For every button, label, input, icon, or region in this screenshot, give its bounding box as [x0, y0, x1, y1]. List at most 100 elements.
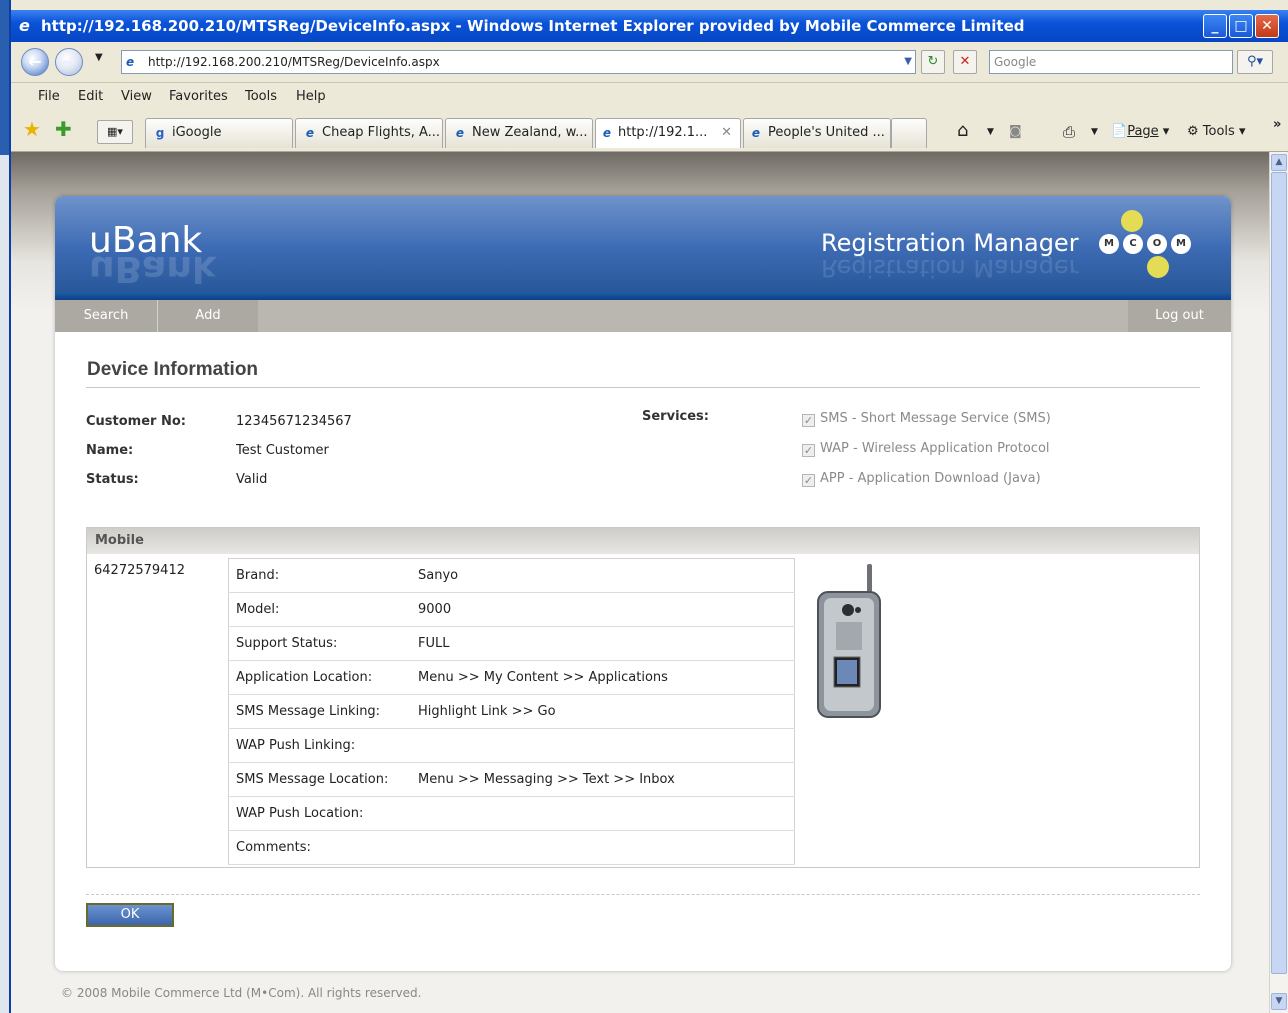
detail-value: 9000: [418, 592, 795, 627]
home-dropdown-icon[interactable]: ▼: [987, 118, 994, 146]
detail-label: WAP Push Linking:: [228, 728, 418, 763]
tab-igoogle[interactable]: g iGoogle: [145, 118, 293, 148]
page-viewport: uBank uBank Registration Manager Registr…: [11, 152, 1269, 1013]
page-menu-label: Page: [1127, 124, 1159, 139]
copyright-footer: © 2008 Mobile Commerce Ltd (M•Com). All …: [61, 986, 422, 1000]
table-row: Application Location: Menu >> My Content …: [228, 660, 795, 695]
tools-menu-label: Tools: [1202, 124, 1235, 139]
url-field[interactable]: e http://192.168.200.210/MTSReg/DeviceIn…: [121, 50, 916, 74]
chevron-more-icon[interactable]: »: [1273, 111, 1281, 139]
product-title-reflection: Registration Manager: [821, 254, 1079, 282]
favorites-star-icon[interactable]: ★: [23, 117, 41, 141]
tab-label: New Zealand, w...: [472, 125, 588, 140]
customer-no-label: Customer No:: [86, 414, 186, 429]
quick-tabs-icon[interactable]: ▦▾: [97, 120, 133, 144]
add-favorite-icon[interactable]: ✚: [55, 117, 72, 141]
nav-add[interactable]: Add: [158, 300, 258, 332]
print-dropdown-icon[interactable]: ▼: [1091, 118, 1098, 146]
status-value: Valid: [236, 472, 268, 487]
service-app: ✓ APP - Application Download (Java): [802, 471, 1041, 487]
minimize-button[interactable]: _: [1203, 14, 1227, 38]
detail-value: [418, 830, 795, 865]
page-menu[interactable]: 📄Page ▾: [1111, 118, 1169, 146]
title-divider: [86, 387, 1200, 388]
service-label: WAP - Wireless Application Protocol: [820, 441, 1050, 456]
url-dropdown-icon[interactable]: ▼: [904, 51, 912, 73]
page-icon: e: [126, 55, 135, 69]
detail-label: Comments:: [228, 830, 418, 865]
detail-label: WAP Push Location:: [228, 796, 418, 831]
detail-label: Model:: [228, 592, 418, 627]
menu-favorites[interactable]: Favorites: [169, 83, 228, 111]
nav-search[interactable]: Search: [55, 300, 158, 332]
detail-label: SMS Message Linking:: [228, 694, 418, 729]
nav-logout[interactable]: Log out: [1128, 300, 1231, 332]
menu-tools[interactable]: Tools: [245, 83, 277, 111]
tools-menu[interactable]: ⚙ Tools ▾: [1187, 118, 1246, 146]
history-dropdown-icon[interactable]: ▼: [95, 52, 103, 63]
close-tab-icon[interactable]: ✕: [721, 119, 732, 147]
close-button[interactable]: ✕: [1255, 14, 1279, 38]
scroll-thumb[interactable]: [1271, 172, 1287, 974]
tab-label: iGoogle: [172, 125, 222, 140]
app-logo-reflection: uBank: [89, 248, 216, 289]
window-title: http://192.168.200.210/MTSReg/DeviceInfo…: [41, 17, 1025, 35]
scroll-down-icon[interactable]: ▼: [1271, 993, 1287, 1010]
new-tab-button[interactable]: [891, 118, 927, 148]
service-checkbox[interactable]: ✓: [802, 474, 815, 487]
app-nav: Search Add Log out: [55, 300, 1231, 332]
gear-icon: ⚙: [1187, 124, 1199, 139]
brand-letter: C: [1123, 234, 1143, 254]
table-row: Comments:: [228, 830, 795, 865]
feeds-icon[interactable]: ◙: [1009, 118, 1022, 146]
service-checkbox[interactable]: ✓: [802, 414, 815, 427]
menu-help[interactable]: Help: [296, 83, 326, 111]
service-sms: ✓ SMS - Short Message Service (SMS): [802, 411, 1051, 427]
ie-page-icon: e: [455, 126, 465, 140]
ok-button[interactable]: OK: [86, 903, 174, 927]
home-icon[interactable]: ⌂: [957, 118, 968, 144]
device-details-table: Brand: Sanyo Model: 9000 Support Status: FU…: [228, 558, 795, 865]
menu-bar: File Edit View Favorites Tools Help: [11, 83, 1288, 111]
table-row: Brand: Sanyo: [228, 558, 795, 593]
ie-logo-icon: e: [19, 16, 30, 35]
service-checkbox[interactable]: ✓: [802, 444, 815, 457]
phone-image: [817, 564, 881, 718]
print-icon[interactable]: ⎙: [1063, 118, 1075, 146]
stop-icon[interactable]: ✕: [953, 50, 977, 74]
mobile-number: 64272579412: [94, 563, 185, 578]
table-row: Model: 9000: [228, 592, 795, 627]
service-label: SMS - Short Message Service (SMS): [820, 411, 1051, 426]
tab-active-device-info[interactable]: e http://192.1... ✕: [595, 118, 741, 148]
detail-value: FULL: [418, 626, 795, 661]
tab-peoples-united[interactable]: e People's United ...: [743, 118, 891, 148]
search-icon[interactable]: ⚲▾: [1237, 50, 1273, 74]
browser-window: e http://192.168.200.210/MTSReg/DeviceIn…: [9, 0, 1288, 1013]
menu-file[interactable]: File: [38, 83, 60, 111]
address-bar: ← → ▼ e http://192.168.200.210/MTSReg/De…: [11, 42, 1288, 83]
tab-label: Cheap Flights, A...: [322, 125, 441, 140]
search-input[interactable]: Google: [989, 50, 1233, 74]
scroll-up-icon[interactable]: ▲: [1271, 154, 1287, 171]
product-title: Registration Manager: [821, 229, 1079, 257]
title-bar: e http://192.168.200.210/MTSReg/DeviceIn…: [11, 10, 1288, 42]
detail-value: Menu >> My Content >> Applications: [418, 660, 795, 695]
menu-view[interactable]: View: [121, 83, 152, 111]
vertical-scrollbar[interactable]: ▲ ▼: [1269, 152, 1288, 1013]
maximize-button[interactable]: □: [1229, 14, 1253, 38]
name-value: Test Customer: [236, 443, 329, 458]
forward-button[interactable]: →: [55, 48, 83, 76]
detail-value: Highlight Link >> Go: [418, 694, 795, 729]
detail-label: SMS Message Location:: [228, 762, 418, 797]
google-icon: g: [155, 126, 165, 140]
mobile-section: Mobile 64272579412 Brand: Sanyo Model: 900…: [86, 527, 1200, 868]
menu-edit[interactable]: Edit: [78, 83, 103, 111]
tab-new-zealand[interactable]: e New Zealand, w...: [445, 118, 593, 148]
tab-cheap-flights[interactable]: e Cheap Flights, A...: [295, 118, 443, 148]
search-placeholder: Google: [994, 55, 1037, 69]
service-wap: ✓ WAP - Wireless Application Protocol: [802, 441, 1050, 457]
back-button[interactable]: ←: [21, 48, 49, 76]
refresh-icon[interactable]: ↻: [921, 50, 945, 74]
app-panel: uBank uBank Registration Manager Registr…: [55, 196, 1231, 971]
brand-letter: M: [1171, 234, 1191, 254]
